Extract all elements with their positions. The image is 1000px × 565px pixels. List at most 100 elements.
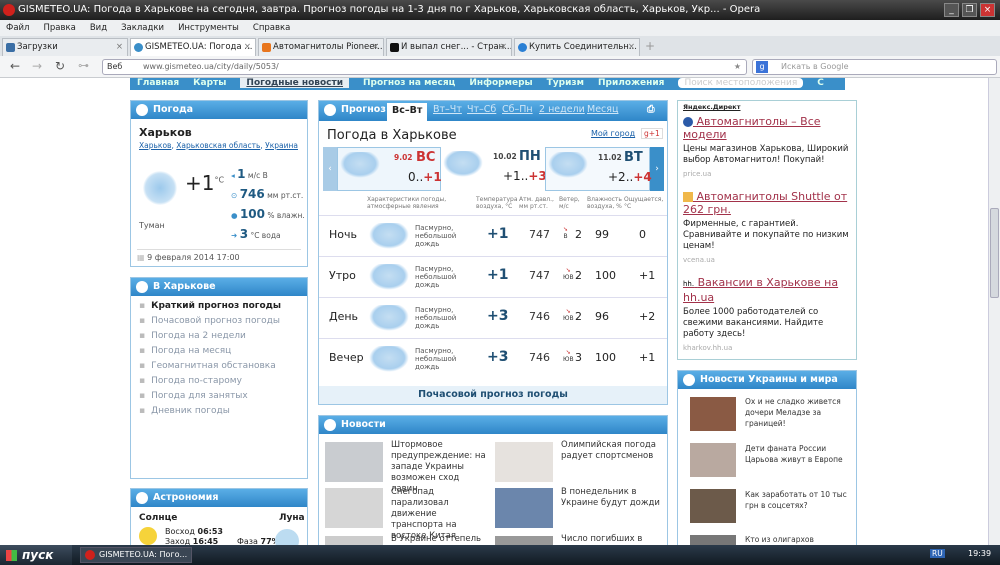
menu-short-forecast[interactable]: Краткий прогноз погоды — [139, 301, 307, 312]
temperature: +3 — [487, 308, 509, 324]
tab-sun-tue[interactable]: Вс–Вт — [387, 103, 428, 121]
breadcrumb-region[interactable]: Харьковская область — [176, 141, 260, 150]
gplus-button[interactable]: g+1 — [641, 128, 663, 139]
ad-title[interactable]: Автомагнитолы Shuttle от 262 грн. — [683, 190, 847, 216]
menu-geomagnetic[interactable]: Геомагнитная обстановка — [139, 361, 307, 372]
news-link[interactable]: Олимпийская погода радует спортсменов — [561, 440, 661, 462]
humidity: 100 — [595, 269, 616, 282]
wind-icon: ◂ — [231, 171, 235, 180]
day-card[interactable]: 10.02 ПН +1..+3 — [441, 147, 547, 191]
close-tab-icon[interactable]: × — [244, 39, 251, 55]
vcena-icon — [683, 192, 693, 202]
tab-bar: Загрузки × GISMETEO.UA: Погода ... × Автом… — [0, 36, 1000, 56]
day-card[interactable]: 11.02 ВТ +2..+4 — [545, 147, 652, 191]
day-card[interactable]: 9.02 ВС 0..+1 — [337, 147, 442, 191]
address-input[interactable]: Веб www.gismeteo.ua/city/daily/5053/★ — [102, 59, 747, 75]
menu-hourly[interactable]: Почасовой прогноз погоды — [139, 316, 307, 327]
nav-home[interactable]: Главная — [137, 78, 179, 88]
my-city-link[interactable]: Мой город — [591, 129, 635, 138]
title-bar: GISMETEO.UA: Погода в Харькове на сегодн… — [0, 0, 1000, 20]
news-link[interactable]: Дети фаната России Царьова живут в Европ… — [745, 443, 853, 465]
close-button[interactable]: × — [980, 3, 995, 17]
news-link[interactable]: Кто из олигархов — [745, 534, 853, 545]
sun-label: Солнце — [139, 513, 178, 523]
reload-button[interactable]: ↻ — [55, 59, 65, 73]
wind-speed: 2 — [575, 310, 582, 323]
print-icon[interactable]: ⎙ — [647, 101, 655, 119]
back-button[interactable]: ← — [10, 59, 20, 73]
news-thumbnail — [325, 488, 383, 528]
bookmark-star-icon[interactable]: ★ — [734, 60, 741, 74]
nav-c[interactable]: С — [817, 78, 824, 88]
scrollbar[interactable] — [988, 78, 1000, 545]
news-link[interactable]: Как заработать от 10 тыс грн в соцсетях? — [745, 489, 853, 511]
maximize-button[interactable]: ❐ — [962, 3, 977, 17]
close-tab-icon[interactable]: × — [116, 39, 123, 55]
news-link[interactable]: Ох и не сладко живется дочери Меладзе за… — [745, 396, 853, 429]
menu-month[interactable]: Погода на месяц — [139, 346, 307, 357]
forward-button[interactable]: → — [32, 59, 42, 73]
opera-icon — [85, 550, 95, 560]
tab-downloads[interactable]: Загрузки × — [2, 38, 128, 56]
tab-sat-mon[interactable]: Сб–Пн — [502, 101, 533, 119]
menu-busy[interactable]: Погода для занятых — [139, 391, 307, 402]
news-link[interactable]: В понедельник в Украине будут дожди — [561, 487, 661, 509]
close-tab-icon[interactable]: × — [500, 39, 507, 55]
start-button[interactable]: пуск — [0, 545, 72, 565]
news-panel: Новости Штормовое предупреждение: на зап… — [318, 415, 668, 550]
ad-item: hh. Вакансии в Харькове на hh.ua Более 10… — [683, 276, 839, 352]
nav-news[interactable]: Погодные новости — [240, 78, 350, 88]
menu-help[interactable]: Справка — [253, 23, 290, 33]
menu-file[interactable]: Файл — [6, 23, 29, 33]
yandex-direct-label[interactable]: Яндекс.Директ — [683, 103, 851, 111]
location-search-input[interactable]: Поиск местоположения — [678, 78, 804, 88]
menu-bookmarks[interactable]: Закладки — [121, 23, 164, 33]
news-link[interactable]: В Украине оттепель — [391, 534, 487, 545]
google-icon[interactable]: g — [756, 61, 768, 73]
taskbar-task[interactable]: GISMETEO.UA: Пого... — [80, 547, 192, 563]
windows-logo-icon — [6, 550, 17, 561]
menu-2weeks[interactable]: Погода на 2 недели — [139, 331, 307, 342]
humidity: 100 — [239, 207, 265, 221]
menu-old-style[interactable]: Погода по-старому — [139, 376, 307, 387]
tab-shop[interactable]: Купить Соединительн... × — [514, 38, 640, 56]
nav-month[interactable]: Прогноз на месяц — [363, 78, 455, 88]
tab-2weeks[interactable]: 2 недели — [539, 101, 585, 119]
hourly-forecast-link[interactable]: Почасовой прогноз погоды — [319, 386, 667, 404]
language-indicator[interactable]: RU — [930, 549, 945, 558]
weather-desc: Пасмурно, небольшой дождь — [415, 224, 457, 248]
ad-item: Автомагнитолы – Все модели Цены магазинов… — [683, 115, 849, 178]
nav-maps[interactable]: Карты — [193, 78, 226, 88]
news-link[interactable]: Число погибших в — [561, 534, 661, 545]
tab-thu-sat[interactable]: Чт–Сб — [467, 101, 496, 119]
news-thumbnail — [495, 442, 553, 482]
menu-view[interactable]: Вид — [90, 23, 107, 33]
ad-title[interactable]: Автомагнитолы – Все модели — [683, 115, 821, 141]
ad-title[interactable]: Вакансии в Харькове на hh.ua — [683, 276, 838, 304]
close-tab-icon[interactable]: × — [628, 39, 635, 55]
search-input[interactable]: g Искать в Google — [752, 59, 997, 75]
astronomy-panel: Астрономия Солнце Луна Восход 06:53 Заход… — [130, 488, 308, 548]
tab-pioneer[interactable]: Автомагнитолы Pioneer... × — [258, 38, 384, 56]
breadcrumb-country[interactable]: Украина — [265, 141, 298, 150]
menu-edit[interactable]: Правка — [43, 23, 75, 33]
prev-days-button[interactable]: ‹ — [323, 147, 337, 191]
next-days-button[interactable]: › — [650, 147, 664, 191]
close-tab-icon[interactable]: × — [372, 39, 379, 55]
tab-gismeteo[interactable]: GISMETEO.UA: Погода ... × — [130, 38, 256, 56]
nav-apps[interactable]: Приложения — [598, 78, 664, 88]
scrollbar-thumb[interactable] — [990, 208, 999, 298]
nav-informers[interactable]: Информеры — [469, 78, 532, 88]
minimize-button[interactable]: _ — [944, 3, 959, 17]
news-thumbnail — [325, 442, 383, 482]
wind-direction-icon: ➘ ЮВ — [563, 267, 574, 281]
tab-tue-thu[interactable]: Вт–Чт — [433, 101, 462, 119]
nav-tourism[interactable]: Туризм — [547, 78, 584, 88]
tab-month[interactable]: Месяц — [587, 101, 618, 119]
menu-tools[interactable]: Инструменты — [178, 23, 239, 33]
new-tab-button[interactable]: + — [645, 39, 655, 53]
key-icon[interactable]: ⊶ — [78, 59, 89, 72]
tab-snow[interactable]: И выпал снег... - Стран... × — [386, 38, 512, 56]
breadcrumb-city[interactable]: Харьков — [139, 141, 171, 150]
menu-diary[interactable]: Дневник погоды — [139, 406, 307, 417]
